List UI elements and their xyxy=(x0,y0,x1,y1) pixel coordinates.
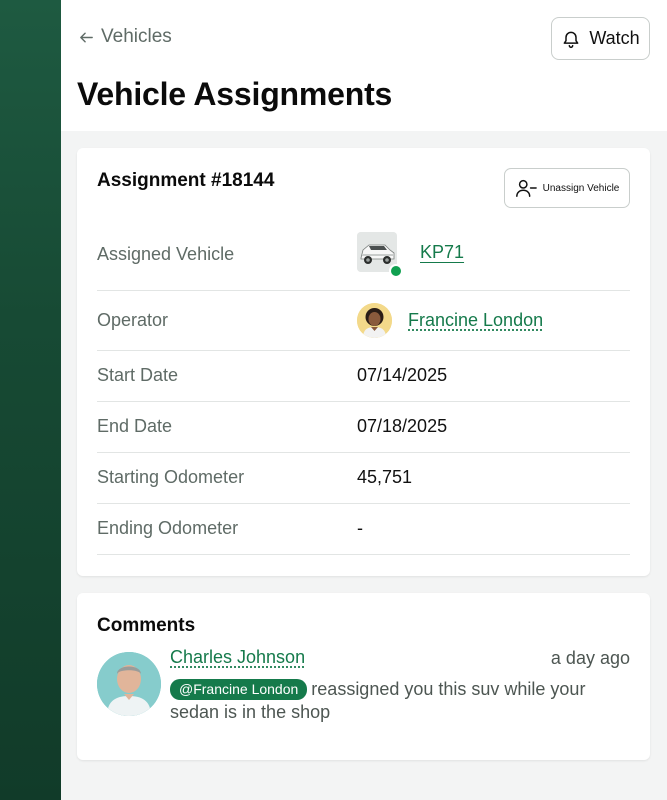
comment-body: @Francine London reassigned you this suv … xyxy=(170,678,590,724)
row-ending-odometer: Ending Odometer - xyxy=(97,504,630,555)
row-label: Ending Odometer xyxy=(97,518,239,538)
row-operator: Operator Francine London xyxy=(97,291,630,351)
page-title: Vehicle Assignments xyxy=(77,76,393,112)
row-value: 07/14/2025 xyxy=(357,365,448,385)
vehicle-status-dot xyxy=(389,264,403,278)
unassign-vehicle-label: Unassign Vehicle xyxy=(542,182,620,194)
row-label: Start Date xyxy=(97,365,179,385)
back-link-label: Vehicles xyxy=(101,26,172,47)
row-end-date: End Date 07/18/2025 xyxy=(97,402,630,453)
page-header: Vehicles Vehicle Assignments Watch xyxy=(61,0,667,131)
mention-badge[interactable]: @Francine London xyxy=(170,679,308,700)
row-value: 45,751 xyxy=(357,467,413,487)
row-starting-odometer: Starting Odometer 45,751 xyxy=(97,453,630,504)
back-link[interactable]: Vehicles xyxy=(78,26,172,48)
comments-card: Comments Charles Johnson a day ago @Fran… xyxy=(77,593,650,760)
row-label: Operator xyxy=(97,310,169,330)
bell-icon xyxy=(563,31,579,48)
comments-title: Comments xyxy=(97,615,196,636)
user-minus-icon xyxy=(515,179,537,197)
watch-button[interactable]: Watch xyxy=(551,17,650,60)
sidebar xyxy=(0,0,61,800)
comment-timestamp: a day ago xyxy=(550,648,630,668)
watch-button-label: Watch xyxy=(589,28,640,48)
row-label: Starting Odometer xyxy=(97,467,245,487)
row-start-date: Start Date 07/14/2025 xyxy=(97,351,630,402)
row-assigned-vehicle: Assigned Vehicle KP71 xyxy=(97,218,630,291)
row-value: KP71 xyxy=(357,232,464,278)
assignment-card: Assignment #18144 Unassign Vehicle Assig… xyxy=(77,148,650,576)
person-avatar-icon xyxy=(97,652,161,716)
operator-avatar[interactable] xyxy=(357,303,392,338)
row-label: End Date xyxy=(97,416,173,436)
vehicle-thumbnail[interactable] xyxy=(357,232,403,278)
row-value: - xyxy=(357,518,363,538)
row-value: Francine London xyxy=(357,303,543,338)
unassign-vehicle-button[interactable]: Unassign Vehicle xyxy=(504,168,630,208)
commenter-avatar[interactable] xyxy=(97,652,161,716)
commenter-name-link[interactable]: Charles Johnson xyxy=(170,647,305,668)
person-avatar-icon xyxy=(357,303,392,338)
vehicle-link[interactable]: KP71 xyxy=(420,242,464,263)
arrow-left-icon xyxy=(80,32,93,42)
row-value: 07/18/2025 xyxy=(357,416,448,436)
operator-link[interactable]: Francine London xyxy=(408,310,543,331)
row-label: Assigned Vehicle xyxy=(97,244,235,264)
assignment-title: Assignment #18144 xyxy=(97,170,275,191)
